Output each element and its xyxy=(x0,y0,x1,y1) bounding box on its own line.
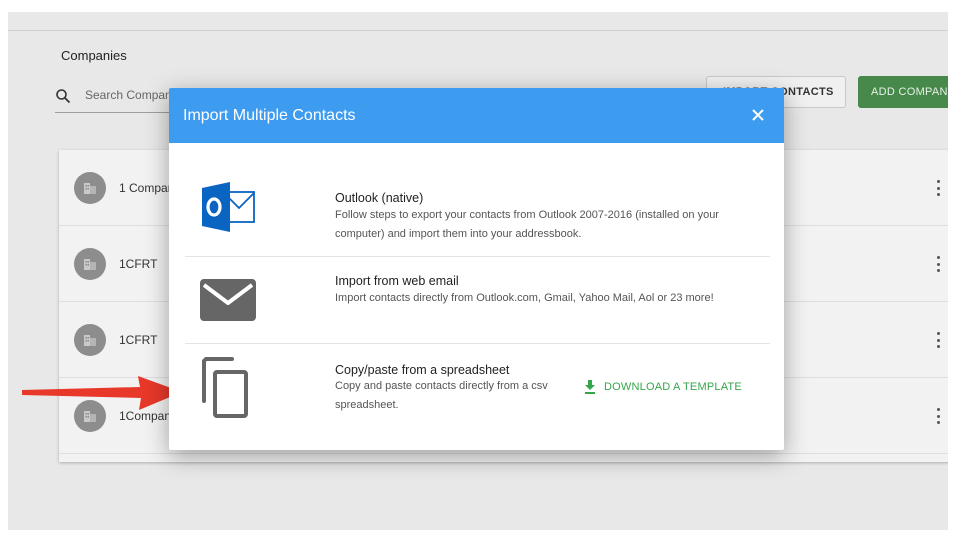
avatar xyxy=(74,172,106,204)
red-arrow-annotation xyxy=(22,376,182,410)
avatar xyxy=(74,324,106,356)
add-company-button[interactable]: ADD COMPANY xyxy=(858,76,948,108)
building-icon xyxy=(84,411,96,422)
top-divider xyxy=(8,30,948,31)
option-description: Import contacts directly from Outlook.co… xyxy=(335,292,714,304)
building-icon xyxy=(84,335,96,346)
option-title: Outlook (native) xyxy=(335,191,424,205)
more-vert-icon[interactable] xyxy=(935,408,941,424)
dialog-header: Import Multiple Contacts xyxy=(169,88,784,143)
building-icon xyxy=(84,259,96,270)
company-name: 1CFRT xyxy=(119,257,158,271)
import-option-spreadsheet[interactable]: Copy/paste from a spreadsheet Copy and p… xyxy=(185,344,770,444)
avatar xyxy=(74,248,106,280)
option-title: Import from web email xyxy=(335,274,459,288)
copy-icon xyxy=(202,357,248,418)
close-icon[interactable] xyxy=(749,106,767,124)
page-title: Companies xyxy=(61,48,127,63)
more-vert-icon[interactable] xyxy=(935,180,941,196)
import-option-web-email[interactable]: Import from web email Import contacts di… xyxy=(185,257,770,344)
download-icon xyxy=(585,380,595,394)
dialog-title: Import Multiple Contacts xyxy=(183,107,356,124)
more-vert-icon[interactable] xyxy=(935,256,941,272)
envelope-icon xyxy=(200,279,256,321)
download-template-label: DOWNLOAD A TEMPLATE xyxy=(604,381,742,393)
search-icon xyxy=(56,89,70,103)
more-vert-icon[interactable] xyxy=(935,332,941,348)
outlook-icon xyxy=(202,182,255,232)
option-description: Copy and paste contacts directly from a … xyxy=(335,380,548,411)
option-description: Follow steps to export your contacts fro… xyxy=(335,209,719,240)
import-option-outlook[interactable]: Outlook (native) Follow steps to export … xyxy=(185,172,770,257)
company-name: 1CFRT xyxy=(119,333,158,347)
option-title: Copy/paste from a spreadsheet xyxy=(335,363,510,377)
import-contacts-dialog: Import Multiple Contacts Outlook (native… xyxy=(169,88,784,450)
building-icon xyxy=(84,183,96,194)
download-template-link[interactable]: DOWNLOAD A TEMPLATE xyxy=(584,380,742,394)
